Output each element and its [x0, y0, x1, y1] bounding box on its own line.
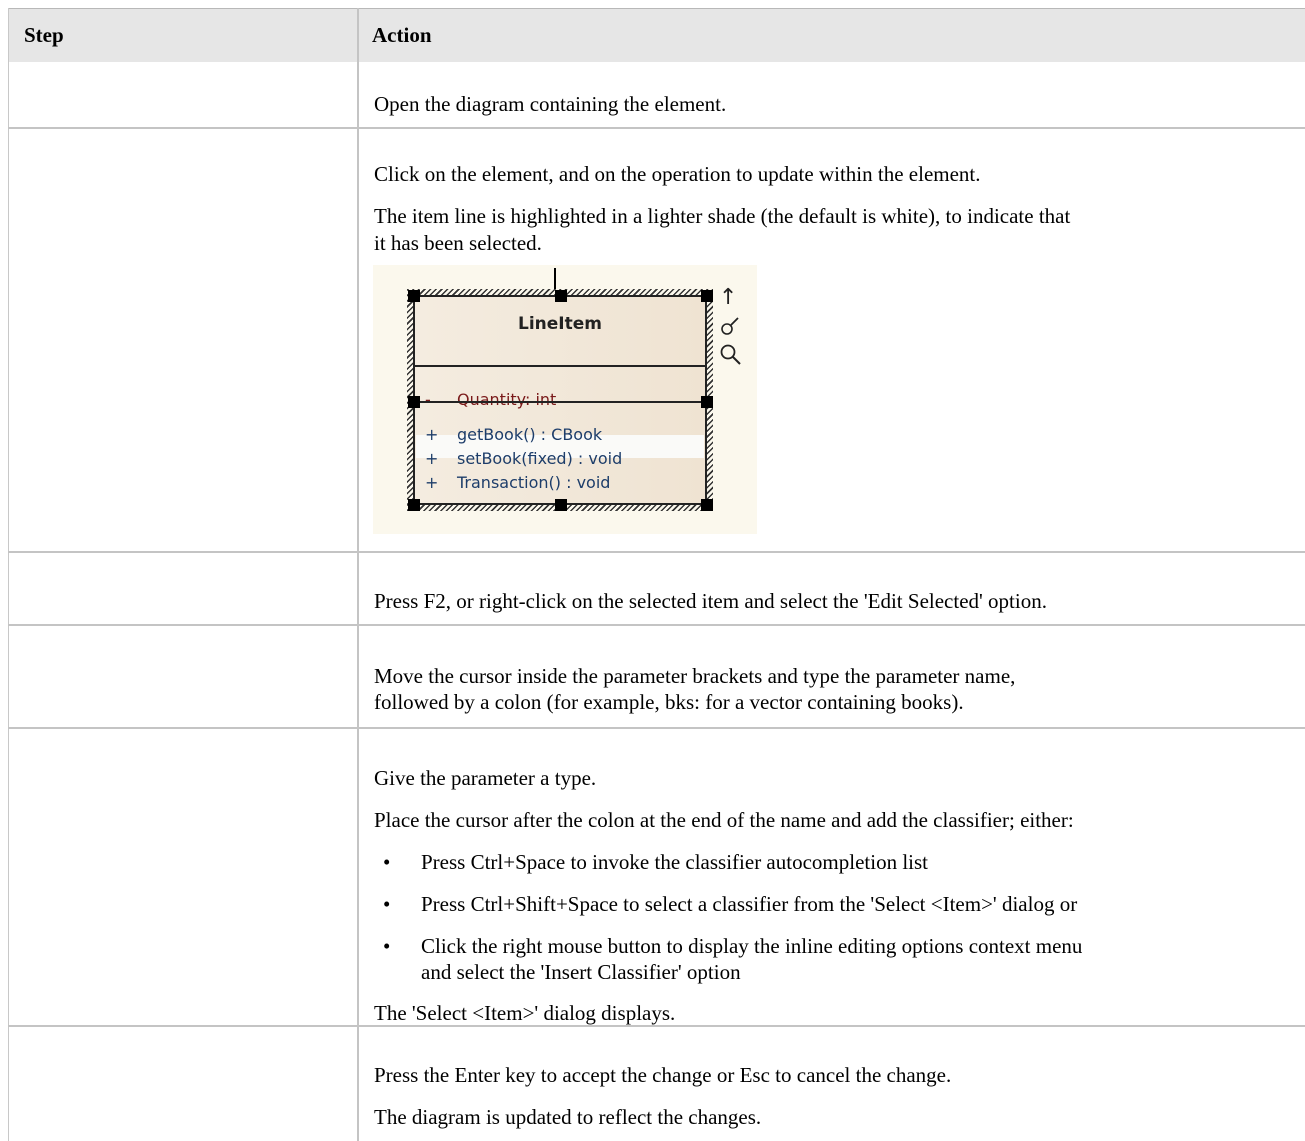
column-divider — [357, 8, 359, 1141]
operation-visibility: + — [425, 425, 439, 444]
operation-signature: setBook(fixed) : void — [457, 449, 623, 468]
header-action: Action — [372, 23, 432, 47]
resize-handle[interactable] — [701, 396, 713, 408]
bullet-text-3: Click the right mouse button to display … — [421, 934, 1083, 958]
row-3-text: Press F2, or right-click on the selected… — [374, 589, 1047, 613]
row-2-text-1: Click on the element, and on the operati… — [374, 162, 981, 186]
row-5-text-1: Give the parameter a type. — [374, 766, 597, 790]
operation-signature: Transaction() : void — [457, 473, 611, 492]
row-4-text-2: followed by a colon (for example, bks: f… — [374, 690, 964, 714]
up-arrow-icon[interactable]: ↑ — [719, 285, 737, 310]
row-2-text-2: The item line is highlighted in a lighte… — [374, 204, 1071, 228]
paintbrush-icon[interactable] — [719, 315, 741, 337]
resize-handle[interactable] — [408, 290, 420, 302]
row-5-text-2: Place the cursor after the colon at the … — [374, 808, 1074, 832]
bullet-icon: • — [383, 892, 391, 916]
row-6-text-2: The diagram is updated to reflect the ch… — [374, 1105, 762, 1129]
operation-visibility: + — [425, 473, 439, 492]
header-step: Step — [24, 23, 64, 47]
class-element[interactable]: LineItem - Quantity: int + getBook() : C… — [413, 295, 707, 505]
bullet-text-3-cont: and select the 'Insert Classifier' optio… — [421, 960, 741, 984]
resize-handle[interactable] — [701, 290, 713, 302]
table-header: Step Action — [8, 8, 1305, 62]
bullet-text-1: Press Ctrl+Space to invoke the classifie… — [421, 850, 928, 874]
class-name: LineItem — [518, 314, 602, 334]
resize-handle[interactable] — [555, 499, 567, 511]
row-6-text-1: Press the Enter key to accept the change… — [374, 1063, 952, 1087]
compartment-divider — [415, 365, 705, 367]
row-divider — [8, 727, 1305, 729]
row-divider — [8, 551, 1305, 553]
row-4-text-1: Move the cursor inside the parameter bra… — [374, 664, 1016, 688]
operation-signature: getBook() : CBook — [457, 425, 603, 444]
resize-handle[interactable] — [701, 499, 713, 511]
resize-handle[interactable] — [408, 396, 420, 408]
row-divider — [8, 624, 1305, 626]
resize-handle[interactable] — [555, 290, 567, 302]
table-left-border — [8, 8, 9, 1141]
bullet-icon: • — [383, 934, 391, 958]
bullet-icon: • — [383, 850, 391, 874]
row-5-text-3: The 'Select <Item>' dialog displays. — [374, 1001, 676, 1025]
uml-class-diagram: LineItem - Quantity: int + getBook() : C… — [373, 265, 757, 534]
row-2-text-3: it has been selected. — [374, 231, 542, 255]
bullet-text-2: Press Ctrl+Shift+Space to select a class… — [421, 892, 1078, 916]
row-divider — [8, 127, 1305, 129]
magnifier-icon[interactable] — [719, 343, 743, 367]
operation-visibility: + — [425, 449, 439, 468]
row-1-text: Open the diagram containing the element. — [374, 92, 727, 116]
connector-line — [554, 268, 556, 290]
attribute-visibility: - — [425, 390, 431, 409]
resize-handle[interactable] — [408, 499, 420, 511]
attribute-signature: Quantity: int — [457, 390, 557, 409]
compartment-divider — [415, 401, 705, 403]
